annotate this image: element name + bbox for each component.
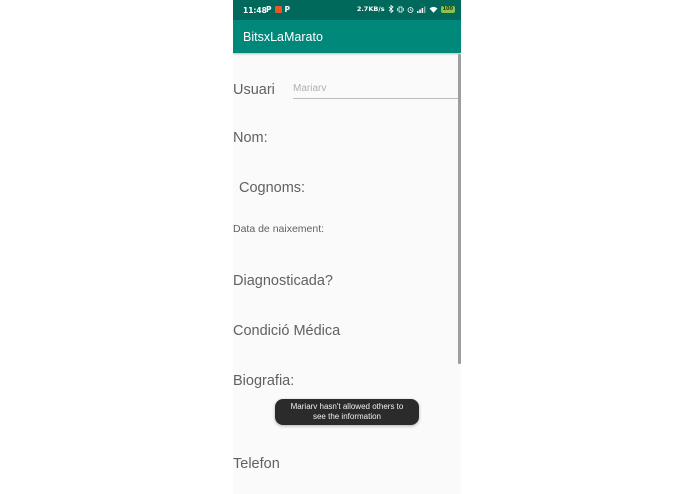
usuari-label: Usuari	[233, 82, 275, 98]
app-title: BitsxLaMarato	[243, 30, 323, 44]
data-naixement-label: Data de naixement:	[233, 223, 325, 235]
app-notification-icon	[274, 6, 282, 13]
nom-label: Nom:	[233, 130, 268, 146]
parking-notification-icon-2: P	[284, 5, 291, 14]
status-system-icons: 2.7KB/s 100	[357, 5, 455, 13]
app-bar: BitsxLaMarato	[233, 20, 461, 53]
toast-line-2: see the information	[312, 412, 382, 421]
condicio-medica-label: Condició Médica	[233, 323, 341, 339]
telefon-label: Telefon	[233, 456, 280, 472]
vertical-scrollbar[interactable]	[458, 54, 461, 364]
biografia-label: Biografia:	[233, 373, 295, 389]
network-speed: 2.7KB/s	[356, 5, 385, 13]
status-bar: 11:48 P P 2.7KB/s 100	[233, 0, 461, 20]
battery-icon: 100	[440, 5, 455, 13]
toast-message: Mariarv hasn't allowed others to see the…	[275, 399, 419, 425]
cognoms-label: Cognoms:	[239, 180, 306, 196]
bluetooth-icon	[388, 5, 394, 13]
usuari-field[interactable]: Mariarv	[293, 80, 459, 99]
toast-line-1: Mariarv hasn't allowed others to	[290, 402, 404, 411]
vibrate-icon	[396, 6, 404, 12]
wifi-icon	[429, 6, 438, 13]
parking-notification-icon: P	[266, 5, 272, 14]
status-time: 11:48	[243, 6, 267, 15]
phone-screen: 11:48 P P 2.7KB/s 100 BitsxLaMarato Usua…	[233, 0, 461, 494]
alarm-icon	[407, 6, 413, 13]
diagnosticada-label: Diagnosticada?	[233, 273, 333, 289]
signal-icon	[416, 6, 425, 13]
status-notification-icons: P P	[266, 5, 290, 14]
